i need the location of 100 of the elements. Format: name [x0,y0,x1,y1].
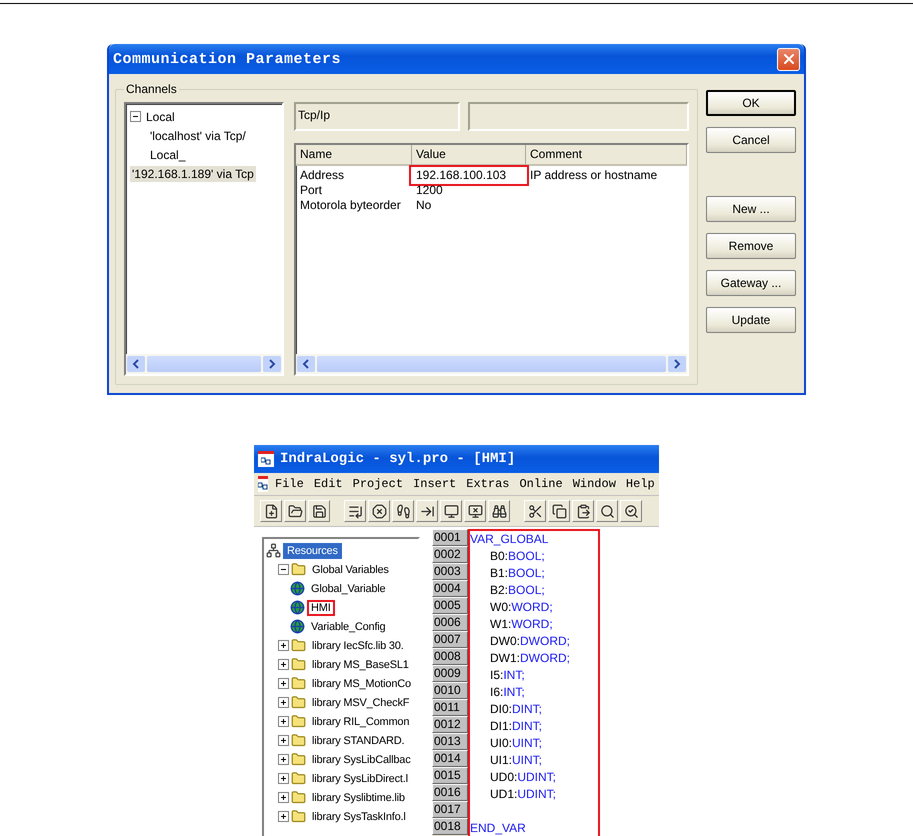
toolbar-button[interactable] [524,500,546,522]
menu-item[interactable]: File [272,477,307,491]
menu-item[interactable]: Help [622,477,658,491]
tree-item[interactable]: library SysTaskInfo.l [308,808,410,824]
toolbar-button[interactable] [284,500,306,522]
network-icon [266,543,281,558]
channel-item[interactable]: 'localhost' via Tcp/ [148,128,248,144]
line-number: 0005 [432,597,468,614]
folder-icon [291,714,306,729]
channel-item[interactable]: Local_ [148,146,188,162]
horizontal-scrollbar[interactable] [126,354,282,374]
toolbar-button[interactable] [572,500,594,522]
expand-icon[interactable] [278,735,289,746]
channel-item[interactable]: '192.168.1.189' via Tcp [130,166,256,182]
scroll-left-button[interactable] [297,356,315,372]
expand-icon[interactable] [278,811,289,822]
table-cell-text: Address [299,168,346,183]
scroll-left-button[interactable] [127,356,145,372]
line-number: 0007 [432,631,468,648]
list-arrow-icon [348,504,362,518]
folder-icon [291,638,306,653]
tree-item[interactable]: library SysLibCallbac [308,752,415,768]
code-line: VAR_GLOBAL [470,531,550,548]
close-button[interactable] [777,48,800,70]
tree-item[interactable]: library SysLibDirect.l [308,770,412,786]
collapse-icon[interactable] [130,111,141,122]
menu-item[interactable]: Extras [463,477,512,491]
line-number: 0011 [432,699,468,716]
chevron-left-icon [132,359,140,369]
toolbar-button[interactable] [464,500,486,522]
chevron-right-icon [673,359,681,369]
menu-item[interactable]: Project [350,477,406,491]
toolbar-button[interactable] [488,500,510,522]
tree-item[interactable]: Global Variables [308,562,393,578]
toolbar-button[interactable] [620,500,642,522]
horizontal-scrollbar[interactable] [296,354,687,374]
menu-item[interactable]: Insert [410,477,460,491]
expand-icon[interactable] [278,659,289,670]
tree-item[interactable]: library MSV_CheckF [308,694,414,710]
dialog-button[interactable]: New ... [706,196,796,222]
protocol-field: Tcp/Ip [294,102,460,131]
column-header[interactable]: Name [296,145,412,166]
footprints-icon [396,504,410,518]
code-line: UD0:UDINT; [489,769,558,786]
menu-item[interactable]: Window [570,477,619,491]
toolbar-button[interactable] [416,500,438,522]
tree-item[interactable]: Resources [283,542,342,558]
tree-item[interactable]: Variable_Config [307,618,390,634]
scroll-right-button[interactable] [263,356,281,372]
tree-item[interactable]: Global_Variable [307,580,390,596]
expand-icon[interactable] [278,697,289,708]
dialog-button[interactable]: Remove [706,233,796,259]
tree-item[interactable]: library MS_BaseSL1 [308,656,413,672]
line-number: 0016 [432,784,468,801]
tree-item[interactable]: library MS_MotionCo [308,676,415,692]
dialog-button[interactable]: OK [706,90,796,116]
tree-item[interactable]: library RIL_Common [308,714,414,730]
expand-icon[interactable] [278,716,289,727]
line-number: 0014 [432,750,468,767]
expand-icon[interactable] [278,640,289,651]
tree-item[interactable]: library Syslibtime.lib [308,790,409,806]
toolbar-button[interactable] [392,500,414,522]
code-line: UI0:UINT; [489,735,544,752]
expand-icon[interactable] [278,792,289,803]
menu-item[interactable]: Edit [310,477,346,491]
toolbar-button[interactable] [368,500,390,522]
window-title: IndraLogic - syl.pro - [HMI] [280,451,516,467]
chevron-left-icon [302,359,310,369]
document-icon[interactable] [258,476,268,492]
line-number: 0004 [432,580,468,597]
folder-icon [291,676,306,691]
globe-icon [290,581,305,596]
dialog-button[interactable]: Gateway ... [706,270,796,296]
toolbar-button[interactable] [260,500,282,522]
menu-item[interactable]: Online [516,477,566,491]
toolbar-button[interactable] [596,500,618,522]
scroll-right-button[interactable] [668,356,686,372]
line-number: 0009 [432,665,468,682]
toolbar-button[interactable] [440,500,462,522]
code-line: UI1:UINT; [489,752,544,769]
folder-icon [291,695,306,710]
column-header[interactable]: Comment [526,145,687,166]
search-icon [600,504,614,518]
table-cell-text: IP address or hostname [529,168,658,183]
code-line: DI1:DINT; [489,718,544,735]
channel-item[interactable]: Local [144,108,177,124]
expand-icon[interactable] [278,678,289,689]
tree-item[interactable]: library IecSfc.lib 30. [308,638,408,654]
column-header[interactable]: Value [412,145,526,166]
copy-icon [552,504,566,518]
tree-item[interactable]: library STANDARD. [308,732,408,748]
tree-item[interactable]: HMI [307,600,335,616]
dialog-button[interactable]: Cancel [706,127,796,153]
toolbar-button[interactable] [344,500,366,522]
dialog-button[interactable]: Update [706,307,796,333]
collapse-icon[interactable] [278,564,289,575]
toolbar-button[interactable] [548,500,570,522]
expand-icon[interactable] [278,754,289,765]
expand-icon[interactable] [278,773,289,784]
toolbar-button[interactable] [308,500,330,522]
